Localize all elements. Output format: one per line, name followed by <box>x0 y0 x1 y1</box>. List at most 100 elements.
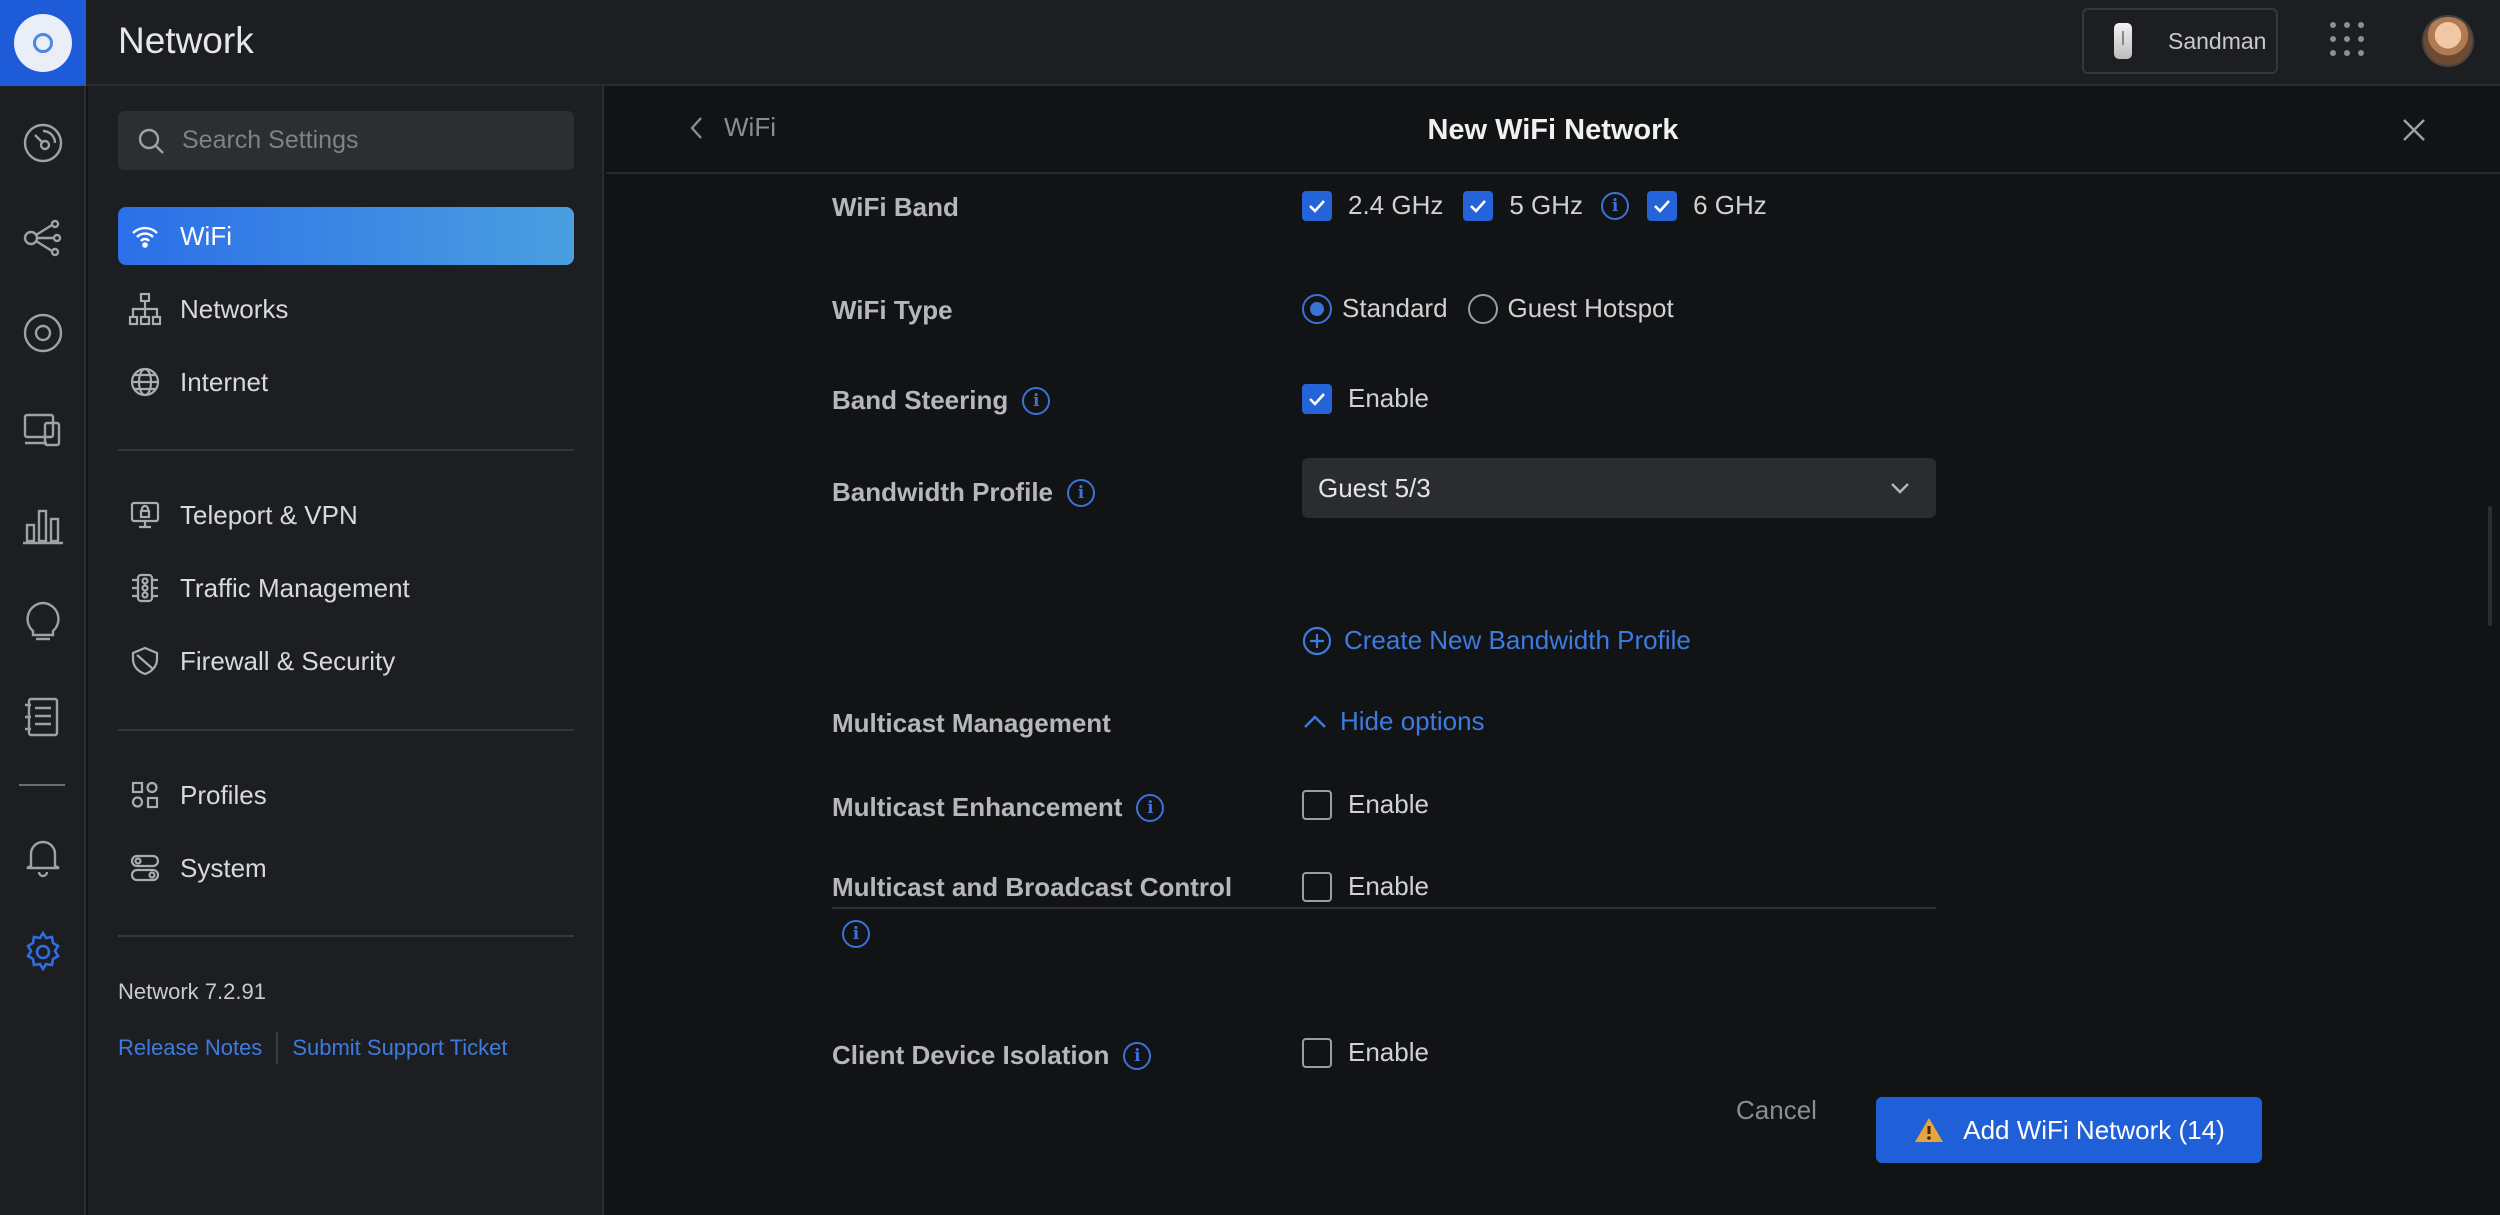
band-steering-checkbox[interactable] <box>1302 383 1332 414</box>
wifi-type-guest-radio[interactable] <box>1467 293 1498 324</box>
sidebar-item-label: Traffic Management <box>180 572 410 603</box>
console-selector[interactable]: Sandman <box>2082 8 2278 74</box>
sidebar-item-system[interactable]: System <box>118 839 574 897</box>
sidebar-divider <box>118 935 574 937</box>
client-device-isolation-enable-label: Enable <box>1348 1037 1429 1067</box>
panel-header: WiFi New WiFi Network <box>606 86 2500 174</box>
wifi-band-options: 2.4 GHz 5 GHz i 6 GHz <box>1302 190 1767 221</box>
multicast-enhancement-control: Enable <box>1302 789 1429 820</box>
dashboard-icon[interactable] <box>18 118 68 168</box>
band-2-4ghz-label: 2.4 GHz <box>1348 190 1444 220</box>
search-input[interactable] <box>182 126 562 155</box>
create-bandwidth-profile-label: Create New Bandwidth Profile <box>1344 625 1691 655</box>
band-2-4ghz-checkbox[interactable] <box>1302 190 1332 221</box>
system-toggles-icon <box>128 851 162 885</box>
client-device-isolation-label: Client Device Isolation i <box>832 1040 1152 1071</box>
create-bandwidth-profile-link[interactable]: Create New Bandwidth Profile <box>1302 625 1691 656</box>
multicast-enhancement-label: Multicast Enhancement i <box>832 792 1165 823</box>
main-panel: WiFi New WiFi Network WiFi Band 2.4 GHz … <box>606 86 2500 1215</box>
client-devices-icon[interactable] <box>18 404 68 454</box>
client-device-isolation-control: Enable <box>1302 1037 1429 1068</box>
hide-options-toggle[interactable]: Hide options <box>1302 706 1485 737</box>
multicast-broadcast-enable-label: Enable <box>1348 871 1429 901</box>
band-steering-label: Band Steering i <box>832 385 1051 416</box>
link-separator <box>276 1032 279 1064</box>
multicast-broadcast-control-label: Multicast and Broadcast Control <box>832 872 1233 902</box>
system-log-icon[interactable] <box>18 692 68 742</box>
client-device-isolation-checkbox[interactable] <box>1302 1037 1332 1068</box>
band-6ghz-checkbox[interactable] <box>1647 190 1678 221</box>
console-name: Sandman <box>2168 27 2267 54</box>
band-steering-control: Enable <box>1302 383 1429 414</box>
user-avatar[interactable] <box>2422 15 2474 67</box>
wifi-band-label: WiFi Band <box>832 192 959 222</box>
band-6ghz-label: 6 GHz <box>1693 190 1767 220</box>
plus-circle-icon <box>1302 626 1332 655</box>
close-icon[interactable] <box>2396 112 2432 148</box>
multicast-enhancement-info-icon[interactable]: i <box>1136 793 1165 822</box>
sidebar-divider <box>118 729 574 731</box>
sidebar-item-label: WiFi <box>180 220 232 251</box>
sidebar-item-label: System <box>180 852 267 883</box>
sidebar-item-label: Networks <box>180 293 289 324</box>
sidebar-item-firewall-security[interactable]: Firewall & Security <box>118 632 574 690</box>
release-notes-link[interactable]: Release Notes <box>118 1035 262 1061</box>
wifi-type-label: WiFi Type <box>832 295 953 325</box>
cancel-button[interactable]: Cancel <box>1736 1095 1817 1126</box>
wifi-type-guest-label: Guest Hotspot <box>1507 293 1674 323</box>
settings-gear-icon[interactable] <box>18 927 68 977</box>
vpn-monitor-icon <box>128 498 162 532</box>
app-title: Network <box>118 20 254 61</box>
topology-icon[interactable] <box>18 213 68 263</box>
unifi-devices-icon[interactable] <box>18 308 68 358</box>
chevron-down-icon <box>1891 483 1909 494</box>
multicast-enhancement-enable-label: Enable <box>1348 789 1429 819</box>
band-steering-info-icon[interactable]: i <box>1022 386 1051 415</box>
sidebar-item-label: Teleport & VPN <box>180 499 358 530</box>
shield-icon <box>128 644 162 678</box>
search-icon <box>138 128 164 154</box>
sidebar-item-profiles[interactable]: Profiles <box>118 766 574 824</box>
console-device-icon <box>2114 23 2132 59</box>
multicast-broadcast-checkbox[interactable] <box>1302 871 1332 902</box>
sidebar-item-traffic-management[interactable]: Traffic Management <box>118 559 574 617</box>
app-launcher-icon[interactable] <box>2330 22 2364 58</box>
network-tree-icon <box>128 292 162 326</box>
top-bar: Network Sandman <box>0 0 2500 86</box>
multicast-enhancement-checkbox[interactable] <box>1302 789 1332 820</box>
band-5ghz-label: 5 GHz <box>1509 190 1584 220</box>
chevron-up-icon <box>1304 714 1326 728</box>
wifi-type-standard-label: Standard <box>1342 293 1448 323</box>
band-steering-enable-label: Enable <box>1348 383 1429 413</box>
support-ticket-link[interactable]: Submit Support Ticket <box>292 1035 507 1061</box>
bandwidth-profile-value: Guest 5/3 <box>1318 472 1431 503</box>
footer-links: Release Notes Submit Support Ticket <box>118 1032 508 1064</box>
sidebar-item-wifi[interactable]: WiFi <box>118 207 574 265</box>
unifi-logo-icon <box>14 14 72 72</box>
statistics-icon[interactable] <box>18 500 68 550</box>
sidebar-item-internet[interactable]: Internet <box>118 353 574 411</box>
bandwidth-profile-select[interactable]: Guest 5/3 <box>1302 458 1936 518</box>
sidebar-item-teleport-vpn[interactable]: Teleport & VPN <box>118 486 574 544</box>
search-settings[interactable] <box>118 111 574 170</box>
client-device-isolation-info-icon[interactable]: i <box>1123 1041 1152 1070</box>
band-5ghz-checkbox[interactable] <box>1463 190 1494 221</box>
app-version: Network 7.2.91 <box>118 979 266 1004</box>
insights-icon[interactable] <box>18 596 68 646</box>
notifications-bell-icon[interactable] <box>18 831 68 881</box>
multicast-broadcast-info-icon[interactable]: i <box>842 920 870 948</box>
icon-rail <box>0 86 86 1215</box>
band-5ghz-info-icon[interactable]: i <box>1601 191 1630 220</box>
wifi-type-standard-radio[interactable] <box>1302 293 1332 324</box>
scrollbar[interactable] <box>2488 506 2492 626</box>
sidebar-item-networks[interactable]: Networks <box>118 280 574 338</box>
hide-options-label: Hide options <box>1340 706 1485 736</box>
unifi-logo-button[interactable] <box>0 0 86 86</box>
multicast-broadcast-control: Enable <box>1302 871 1429 902</box>
add-wifi-network-button[interactable]: Add WiFi Network (14) <box>1876 1097 2262 1163</box>
bandwidth-profile-label: Bandwidth Profile i <box>832 477 1095 508</box>
sidebar-item-label: Profiles <box>180 779 267 810</box>
bandwidth-profile-info-icon[interactable]: i <box>1067 478 1095 507</box>
panel-title: New WiFi Network <box>1427 114 1679 146</box>
wifi-icon <box>128 219 162 253</box>
